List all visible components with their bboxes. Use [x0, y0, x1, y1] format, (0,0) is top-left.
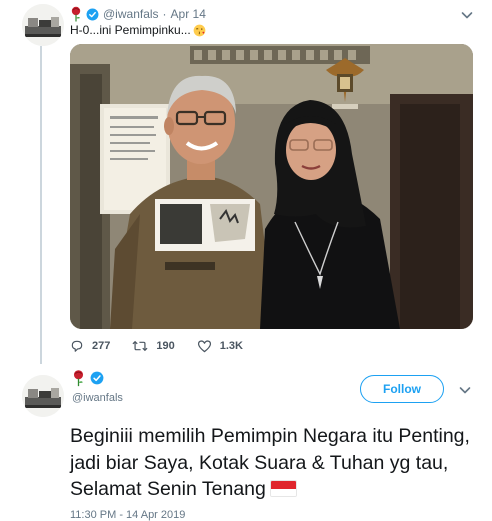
verified-badge-icon [86, 8, 99, 21]
thread-connector-line [40, 46, 42, 364]
retweet-button[interactable]: 190 [132, 339, 175, 353]
follow-button[interactable]: Follow [360, 375, 444, 403]
retweet-icon [132, 340, 148, 352]
chevron-down-icon[interactable] [457, 382, 473, 398]
avatar[interactable] [22, 4, 64, 46]
parent-tweet-header: @iwanfals · Apr 14 [70, 5, 206, 23]
chevron-down-icon[interactable] [459, 7, 475, 23]
separator-dot: · [162, 7, 167, 21]
parent-tweet-actions: 277 190 1.3K [70, 337, 265, 355]
tweet-photo[interactable] [70, 44, 473, 329]
reply-icon [71, 340, 83, 352]
main-tweet-handle[interactable]: @iwanfals [72, 392, 123, 404]
retweet-count: 190 [156, 340, 175, 352]
heart-icon [197, 340, 211, 353]
reply-button[interactable]: 277 [70, 339, 110, 353]
like-count: 1.3K [219, 340, 243, 352]
parent-tweet-text-content: H-0...ini Pemimpinku... [70, 23, 191, 37]
verified-badge-icon [90, 371, 104, 385]
main-tweet-timestamp[interactable]: 11:30 PM - 14 Apr 2019 [70, 509, 185, 521]
rose-icon [72, 369, 85, 387]
main-tweet-name-row[interactable] [72, 369, 108, 387]
parent-tweet[interactable]: @iwanfals · Apr 14 H-0...ini Pemimpinku.… [0, 0, 492, 365]
main-tweet-text: Beginiii memilih Pemimpin Negara itu Pen… [70, 423, 480, 503]
rose-icon [70, 6, 82, 22]
main-tweet: @iwanfals Follow Beginiii memilih Pemimp… [0, 365, 492, 521]
avatar[interactable] [22, 375, 64, 417]
indonesia-flag-icon [269, 480, 297, 497]
parent-tweet-text: H-0...ini Pemimpinku... [70, 23, 206, 37]
parent-tweet-date[interactable]: Apr 14 [171, 7, 206, 21]
like-button[interactable]: 1.3K [197, 339, 243, 353]
reply-count: 277 [92, 340, 111, 352]
kiss-emoji-icon [193, 24, 206, 37]
parent-tweet-handle[interactable]: @iwanfals [103, 7, 159, 21]
